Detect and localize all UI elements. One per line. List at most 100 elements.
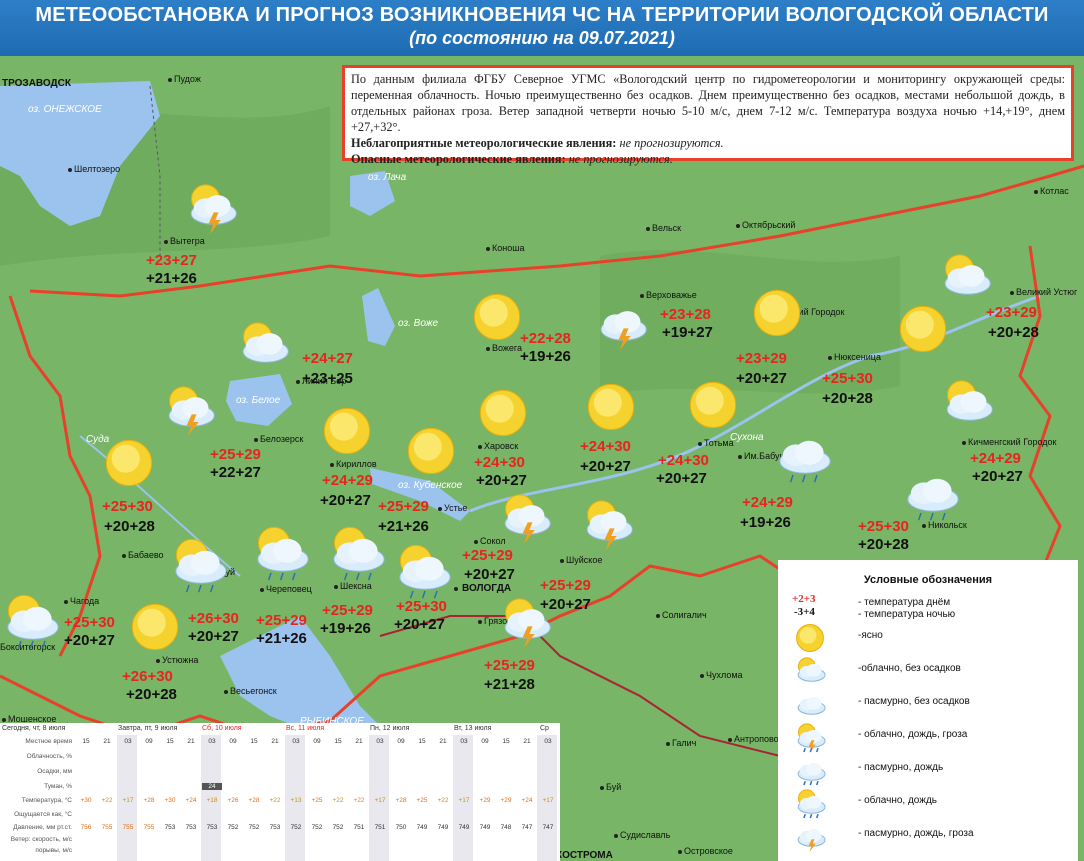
forecast-day-header[interactable]: Завтра, пт, 9 июля: [118, 725, 177, 735]
forecast-day-header[interactable]: Сб, 10 июля: [202, 725, 242, 735]
day-temperature: +24+30: [658, 452, 709, 469]
forecast-temperature: +17: [122, 797, 134, 804]
night-temperature: +23+25: [302, 370, 353, 387]
day-temperature: +24+29: [970, 450, 1021, 467]
cloud-rain-icon: [326, 522, 386, 587]
day-temperature: +23+28: [660, 306, 711, 323]
forecast-time: 09: [145, 738, 153, 745]
lake-beloe-label: оз. Белое: [236, 395, 281, 406]
page-title: МЕТЕООБСТАНОВКА И ПРОГНОЗ ВОЗНИКНОВЕНИЯ …: [35, 4, 1049, 26]
overcast-rain-icon: [794, 754, 826, 789]
night-temperature: +19+26: [520, 348, 571, 365]
forecast-pressure: 756: [80, 824, 92, 831]
night-temperature: +21+26: [146, 270, 197, 287]
forecast-row-label: Туман, %: [44, 783, 72, 790]
town-oktyabrsky: Октябрьский: [736, 220, 795, 230]
forecast-pressure: 751: [374, 824, 386, 831]
town-pudozh: Пудож: [168, 74, 201, 84]
cloudy-icon: [940, 376, 994, 435]
forecast-day-header[interactable]: Сегодня, чт, 8 июля: [2, 725, 65, 735]
town-soligalich: Солигалич: [656, 610, 707, 620]
cloud-thunder-icon: [498, 490, 552, 549]
night-temperature: +20+27: [656, 470, 707, 487]
info-text: По данным филиала ФГБУ Северное УГМС «Во…: [351, 72, 1065, 134]
town-chagoda: Чагода: [64, 596, 99, 606]
forecast-temperature: +22: [353, 797, 365, 804]
town-babaevo: Бабаево: [122, 550, 164, 560]
forecast-pressure: 755: [143, 824, 155, 831]
legend-item: - пасмурно, без осадков: [788, 688, 1068, 718]
overcast-rain-icon: [772, 424, 832, 489]
day-temperature: +25+30: [64, 614, 115, 631]
town-sudislavl: Судиславль: [614, 830, 670, 840]
town-vologda: ВОЛОГДА: [454, 583, 511, 594]
forecast-temperature: +13: [290, 797, 302, 804]
forecast-pressure: 750: [395, 824, 407, 831]
night-temperature: +20+27: [476, 472, 527, 489]
legend-item-label: - пасмурно, без осадков: [858, 696, 970, 707]
night-temperature: +20+27: [972, 468, 1023, 485]
forecast-pressure: 748: [500, 824, 512, 831]
day-temperature: +25+29: [378, 498, 429, 515]
cloud-thunder-icon: [162, 382, 216, 441]
lake-lacha-label: оз. Лача: [368, 172, 407, 183]
overcast-icon: [794, 688, 826, 723]
forecast-day-header[interactable]: Пн, 12 июля: [370, 725, 409, 735]
legend-day-sample: +2+3: [792, 593, 816, 605]
legend-item-label: -ясно: [858, 630, 883, 641]
forecast-pressure: 749: [437, 824, 449, 831]
forecast-row-label: порывы, м/с: [35, 847, 72, 854]
lake-vozhe-label: оз. Воже: [398, 318, 439, 329]
forecast-temperature: +17: [542, 797, 554, 804]
day-temperature: +25+29: [210, 446, 261, 463]
forecast-pressure: 752: [227, 824, 239, 831]
legend-item: - пасмурно, дождь: [788, 754, 1068, 786]
day-temperature: +25+30: [396, 598, 447, 615]
forecast-temperature: +18: [206, 797, 218, 804]
cloud-rain-thunder-icon: [794, 721, 826, 756]
legend-day-label: - температура днём: [858, 597, 951, 608]
legend-item-label: - облачно, дождь: [858, 795, 937, 806]
day-temperature: +24+29: [742, 494, 793, 511]
town-velikiy-ustyug: Великий Устюг: [1010, 287, 1077, 297]
night-temperature: +20+28: [858, 536, 909, 553]
forecast-time: 15: [250, 738, 258, 745]
cloudy-icon: [236, 318, 290, 377]
cloudy-icon: [938, 250, 992, 309]
forecast-row-label: Осадки, мм: [37, 768, 72, 775]
forecast-time: 15: [502, 738, 510, 745]
forecast-pressure: 752: [248, 824, 260, 831]
forecast-day-header[interactable]: Вс, 11 июля: [286, 725, 324, 735]
town-totma: Тотьма: [698, 438, 734, 448]
night-temperature: +20+28: [822, 390, 873, 407]
forecast-day-header[interactable]: Вт, 13 июля: [454, 725, 491, 735]
forecast-time: 03: [376, 738, 384, 745]
overcast-rain-icon: [900, 462, 960, 527]
forecast-time: 09: [397, 738, 405, 745]
town-galich: Галич: [666, 738, 696, 748]
forecast-table: Сегодня, чт, 8 июля Завтра, пт, 9 июля Сб,…: [0, 723, 560, 861]
forecast-time: 09: [313, 738, 321, 745]
day-temperature: +25+30: [858, 518, 909, 535]
forecast-time: 15: [418, 738, 426, 745]
forecast-pressure: 753: [164, 824, 176, 831]
cloud-rain-icon: [392, 540, 452, 605]
town-ustye: Устье: [438, 503, 467, 513]
forecast-pressure: 752: [332, 824, 344, 831]
forecast-row-label: Давление, мм рт.ст.: [13, 824, 72, 831]
forecast-time: 03: [124, 738, 132, 745]
forecast-day-header[interactable]: Ср: [540, 725, 549, 735]
legend-item: -облачно, без осадков: [788, 655, 1068, 685]
forecast-time: 09: [229, 738, 237, 745]
town-verkhovazhye: Верховажье: [640, 290, 697, 300]
night-temperature: +19+27: [662, 324, 713, 341]
day-temperature: +25+30: [822, 370, 873, 387]
forecast-temperature: +22: [269, 797, 281, 804]
cloud-thunder-icon: [184, 180, 238, 239]
sun-icon: [584, 380, 638, 439]
forecast-time: 15: [334, 738, 342, 745]
forecast-temperature: +26: [227, 797, 239, 804]
page-subtitle: (по состоянию на 09.07.2021): [409, 28, 675, 48]
town-ostrovskoe: Островское: [678, 846, 733, 856]
day-temperature: +25+29: [484, 657, 535, 674]
